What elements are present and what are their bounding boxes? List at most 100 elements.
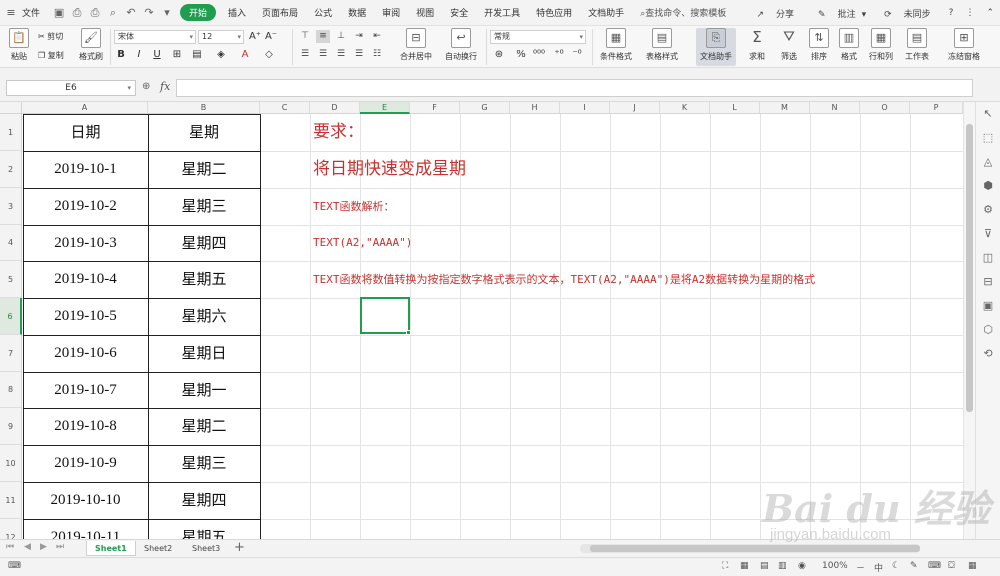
status-icon[interactable]: ⌨ — [8, 561, 21, 571]
weekday-cell[interactable]: 星期三 — [148, 445, 260, 482]
row-header-4[interactable]: 4 — [0, 225, 22, 261]
input-method-icon[interactable]: 中 — [874, 561, 883, 574]
note-formula[interactable]: TEXT(A2,"AAAA") — [313, 225, 412, 261]
date-cell[interactable]: 2019-10-5 — [23, 298, 148, 335]
save-icon[interactable]: ▣ — [50, 6, 68, 19]
tab-data[interactable]: 数据 — [340, 6, 374, 19]
tab-special-apps[interactable]: 特色应用 — [528, 6, 580, 19]
print-preview-icon[interactable]: ⌕ — [104, 6, 122, 20]
note-requirement[interactable]: 要求： — [313, 114, 364, 151]
weekday-cell[interactable]: 星期二 — [148, 408, 260, 445]
fullscreen-icon[interactable]: ⛶ — [722, 561, 728, 571]
distributed-icon[interactable]: ☷ — [370, 48, 384, 61]
format-button[interactable]: ▥ 格式 — [832, 28, 866, 62]
sheet-tab-3[interactable]: Sheet3 — [184, 541, 228, 556]
table-style-button[interactable]: ▤ 表格样式 — [642, 28, 682, 62]
column-header-k[interactable]: K — [660, 102, 710, 114]
currency-icon[interactable]: ⊛ — [492, 48, 506, 61]
tab-insert[interactable]: 插入 — [220, 6, 254, 19]
fx-icon[interactable]: fx — [160, 80, 170, 93]
date-cell[interactable]: 2019-10-9 — [23, 445, 148, 482]
column-header-g[interactable]: G — [460, 102, 510, 114]
row-header-10[interactable]: 10 — [0, 445, 22, 482]
formula-input[interactable] — [176, 79, 973, 97]
font-size-select[interactable]: 12 ▾ — [198, 30, 244, 44]
row-header-12[interactable]: 12 — [0, 519, 22, 539]
date-cell[interactable]: 2019-10-10 — [23, 482, 148, 519]
decrease-decimal-icon[interactable]: ⁻⁰ — [570, 48, 584, 61]
column-header-n[interactable]: N — [810, 102, 860, 114]
freeze-panes-button[interactable]: ⊞ 冻结窗格 — [944, 28, 984, 62]
weekday-cell[interactable]: 星期四 — [148, 482, 260, 519]
row-header-6[interactable]: 6 — [0, 298, 22, 335]
style-icon[interactable]: ◬ — [976, 150, 1000, 174]
increase-decimal-icon[interactable]: ⁺⁰ — [552, 48, 566, 61]
copy-button[interactable]: ❐ 复制 — [38, 50, 64, 61]
print-icon[interactable]: ⎙ — [86, 6, 104, 20]
quick-access-dropdown-icon[interactable]: ▾ — [158, 6, 176, 19]
cursor-icon[interactable]: ↖ — [976, 102, 1000, 126]
column-header-f[interactable]: F — [410, 102, 460, 114]
tab-formulas[interactable]: 公式 — [306, 6, 340, 19]
percent-icon[interactable]: % — [514, 48, 528, 61]
note-goal[interactable]: 将日期快速变成星期 — [313, 151, 466, 188]
filter-button[interactable]: ⛛ 筛选 — [772, 28, 806, 62]
header-weekday[interactable]: 星期 — [148, 114, 260, 151]
font-grow-icon[interactable]: A⁺ — [248, 30, 262, 43]
collapse-ribbon-icon[interactable]: ⌃ — [980, 8, 1000, 18]
worksheet-button[interactable]: ▤ 工作表 — [900, 28, 934, 62]
align-middle-icon[interactable]: ≡ — [316, 30, 330, 43]
date-cell[interactable]: 2019-10-7 — [23, 372, 148, 408]
comment-button[interactable]: ✎ 批注 ▾ — [806, 7, 872, 20]
column-header-c[interactable]: C — [260, 102, 310, 114]
zoom-level[interactable]: 100% — [822, 561, 848, 571]
sheet-tab-1[interactable]: Sheet1 — [86, 541, 136, 556]
date-cell[interactable]: 2019-10-2 — [23, 188, 148, 225]
first-sheet-icon[interactable]: ⏮ — [6, 542, 14, 552]
moon-icon[interactable]: ☾ — [892, 561, 900, 571]
next-sheet-icon[interactable]: ▶ — [40, 542, 47, 552]
font-color-icon[interactable]: A — [238, 48, 252, 61]
tab-doc-assistant[interactable]: 文档助手 — [580, 6, 632, 19]
conditional-format-button[interactable]: ▦ 条件格式 — [596, 28, 636, 62]
sort-button[interactable]: ⇅ 排序 — [802, 28, 836, 62]
tab-security[interactable]: 安全 — [442, 6, 476, 19]
indent-icon[interactable]: ⇥ — [352, 30, 366, 43]
sheet-tab-2[interactable]: Sheet2 — [136, 541, 180, 556]
last-sheet-icon[interactable]: ⏭ — [56, 542, 64, 552]
note-text-function[interactable]: TEXT函数解析： — [313, 188, 395, 225]
column-header-d[interactable]: D — [310, 102, 360, 114]
weekday-cell[interactable]: 星期一 — [148, 372, 260, 408]
weekday-cell[interactable]: 星期五 — [148, 261, 260, 298]
active-cell-e6[interactable] — [360, 297, 410, 334]
chart-panel-icon[interactable]: ◫ — [976, 246, 1000, 270]
vertical-scroll-thumb[interactable] — [966, 124, 973, 412]
share-button[interactable]: ↗ 分享 — [744, 7, 806, 20]
date-cell[interactable]: 2019-10-6 — [23, 335, 148, 372]
clear-format-icon[interactable]: ◇ — [262, 48, 276, 61]
column-header-e[interactable]: E — [360, 102, 410, 114]
bold-icon[interactable]: B — [114, 48, 128, 61]
symbol-icon[interactable]: ✎ — [910, 561, 918, 571]
column-header-l[interactable]: L — [710, 102, 760, 114]
row-header-8[interactable]: 8 — [0, 372, 22, 408]
tab-developer[interactable]: 开发工具 — [476, 6, 528, 19]
column-header-p[interactable]: P — [910, 102, 963, 114]
doc-assistant-button[interactable]: ⎘ 文档助手 — [696, 28, 736, 66]
shirt-icon[interactable]: ⛋ — [948, 561, 955, 571]
weekday-cell[interactable]: 星期五 — [148, 519, 260, 539]
date-cell[interactable]: 2019-10-3 — [23, 225, 148, 261]
date-cell[interactable]: 2019-10-4 — [23, 261, 148, 298]
date-cell[interactable]: 2019-10-11 — [23, 519, 148, 539]
tab-review[interactable]: 审阅 — [374, 6, 408, 19]
column-header-b[interactable]: B — [148, 102, 260, 114]
strikethrough-icon[interactable]: ▤ — [190, 48, 204, 61]
sum-button[interactable]: Σ 求和 — [740, 28, 774, 62]
page-layout-view-icon[interactable]: ▤ — [760, 561, 769, 571]
column-header-i[interactable]: I — [560, 102, 610, 114]
align-bottom-icon[interactable]: ⊥ — [334, 30, 348, 43]
layout-icon[interactable]: ⊟ — [976, 270, 1000, 294]
select-icon[interactable]: ⬚ — [976, 126, 1000, 150]
thousands-icon[interactable]: ⁰⁰⁰ — [532, 48, 546, 61]
merge-center-button[interactable]: ⊟ 合并居中 — [396, 28, 436, 62]
